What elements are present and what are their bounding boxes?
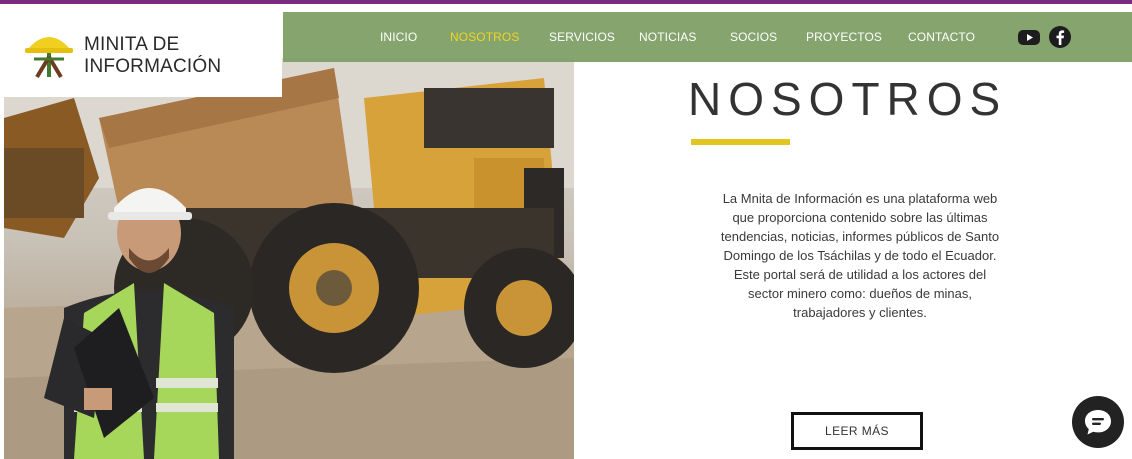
heading-underline <box>691 139 790 145</box>
brand-name: MINITA DE INFORMACIÓN <box>84 34 221 78</box>
main-nav: INICIO NOSOTROS SERVICIOS NOTICIAS SOCIO… <box>283 12 1132 62</box>
mining-worker-photo <box>4 58 574 459</box>
nav-item-noticias[interactable]: NOTICIAS <box>639 30 696 44</box>
nav-item-proyectos[interactable]: PROYECTOS <box>806 30 882 44</box>
site-logo[interactable]: MINITA DE INFORMACIÓN <box>0 12 282 97</box>
chat-bubble-icon <box>1085 410 1111 435</box>
brand-name-line1: MINITA DE <box>84 34 180 55</box>
chat-widget-button[interactable] <box>1072 396 1124 448</box>
top-accent-line <box>0 0 1132 4</box>
nav-item-socios[interactable]: SOCIOS <box>730 30 777 44</box>
read-more-button[interactable]: LEER MÁS <box>791 412 923 450</box>
hardhat-logo-icon <box>25 37 73 79</box>
brand-name-line2: INFORMACIÓN <box>84 56 222 77</box>
hero-image <box>4 58 574 459</box>
youtube-icon[interactable] <box>1017 25 1041 49</box>
nav-item-servicios[interactable]: SERVICIOS <box>549 30 615 44</box>
nav-item-inicio[interactable]: INICIO <box>380 30 417 44</box>
section-heading: NOSOTROS <box>688 73 1008 125</box>
about-paragraph: La Mnita de Información es una plataform… <box>720 191 1000 320</box>
facebook-icon[interactable] <box>1048 25 1072 49</box>
nav-item-contacto[interactable]: CONTACTO <box>908 30 975 44</box>
nav-item-nosotros[interactable]: NOSOTROS <box>450 30 519 44</box>
